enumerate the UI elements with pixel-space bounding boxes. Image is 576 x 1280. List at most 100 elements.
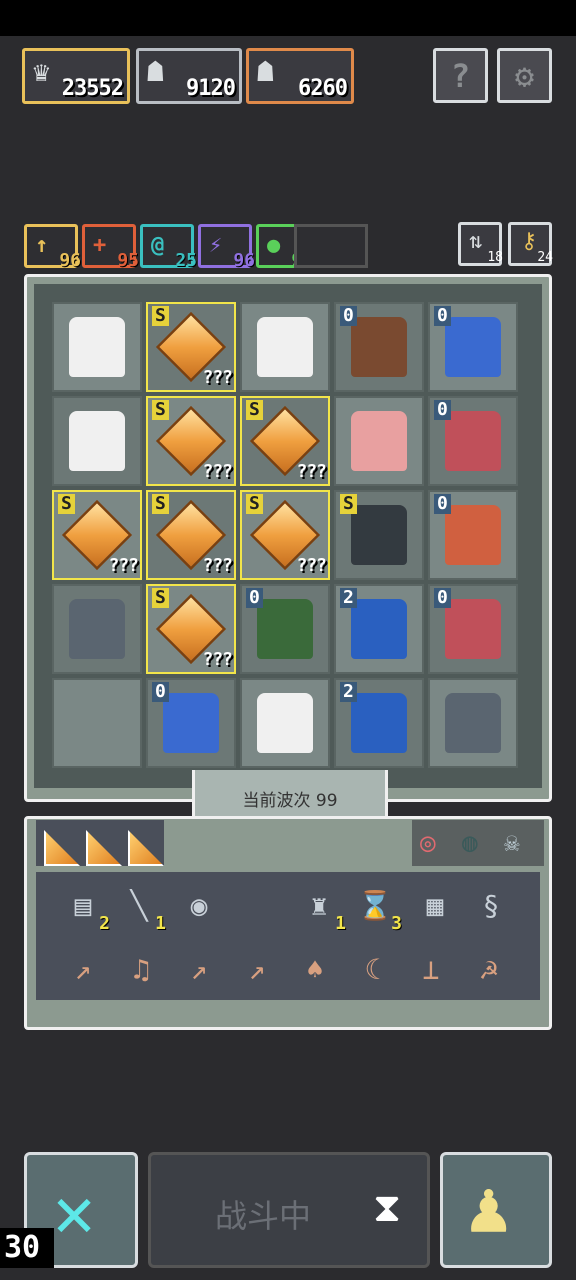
board-cell[interactable] [428,678,518,768]
skull-icon[interactable]: ☠ [504,828,520,858]
board-cell[interactable]: 0 [428,396,518,486]
board-cell[interactable]: S??? [146,396,236,486]
board-cell[interactable]: S??? [146,584,236,674]
monster-icon [257,599,313,659]
item-glyph: ♠ [306,952,324,986]
item-count: 1 [155,913,166,934]
stat-icon: ⚡ [209,233,223,258]
item-glyph: ☾ [364,952,382,986]
board-cell[interactable] [52,584,142,674]
board-cell[interactable]: 0 [428,584,518,674]
stat-1[interactable]: +95 [82,224,139,271]
axe-icon[interactable]: ☭ [466,946,512,992]
arrow-red-icon[interactable]: ↗ [234,946,280,992]
board-cell[interactable]: S??? [240,396,330,486]
hourglass-icon: ⧗ [373,1185,402,1231]
monster-icon [445,317,501,377]
spirit-icon[interactable]: § [468,882,514,928]
help-button[interactable]: ? [433,48,488,103]
board-cell[interactable]: 2 [334,584,424,674]
monster-icon [351,693,407,753]
monster-icon [445,599,501,659]
settings-button[interactable]: ⚙ [497,48,552,103]
charm-icon[interactable]: ◉ [176,882,222,928]
board-cell[interactable]: S??? [146,302,236,392]
reroll-button[interactable]: ⇅ 18 [458,222,503,266]
board-cell[interactable]: 0 [146,678,236,768]
crown-icon: ♛ [33,55,50,88]
unknown-label: ??? [296,555,326,576]
stat-0[interactable]: ↑ 96 [24,224,81,271]
helm-icon[interactable]: ♜ 1 [296,882,346,935]
monster-icon [351,411,407,471]
scythe-icon[interactable]: ☾ [350,946,396,992]
board-cell[interactable]: S [334,490,424,580]
stat-icon: + [93,233,107,258]
monster-icon [69,411,125,471]
close-icon: ✕ [53,1171,96,1253]
bat-icon[interactable]: ♠ [292,946,338,992]
staff-icon[interactable]: ╲ 1 [116,882,166,935]
board-cell[interactable]: 0 [428,302,518,392]
cell-badge: 0 [152,682,169,702]
stat-value: 96 [59,250,81,271]
board-cell[interactable] [334,396,424,486]
item-glyph: ▤ [74,888,92,922]
board-cell[interactable] [240,302,330,392]
battle-status-button[interactable]: 战斗中 ⧗ [148,1152,430,1268]
board-cell[interactable]: S??? [240,490,330,580]
cell-badge: S [152,306,169,326]
item-glyph: ♫ [132,952,150,986]
orb-icon[interactable]: ◍ [462,828,478,858]
monster-icon [257,317,313,377]
bell-icon[interactable]: ♫ [118,946,164,992]
speed-value: 30 [4,1230,41,1265]
cell-badge: 0 [340,306,357,326]
item-count: 3 [391,913,402,934]
board-cell[interactable]: S??? [52,490,142,580]
board-cell[interactable]: 0 [334,302,424,392]
arrow-pink-icon[interactable]: ↗ [176,946,222,992]
resource-value: 9120 [186,76,236,101]
swap-icon: ⇅ [469,229,483,254]
board-cell[interactable]: 0 [240,584,330,674]
cell-badge: S [246,400,263,420]
speed-badge: 30 [0,1228,54,1268]
monster-icon [351,505,407,565]
pawn-icon: ♟ [467,1165,511,1249]
item-glyph: ▦ [426,888,444,922]
arrow-green-icon[interactable]: ↗ [60,946,106,992]
unknown-label: ??? [202,367,232,388]
stat-3[interactable]: ⚡ 96 [198,224,255,271]
item-glyph: ⌛ [357,888,393,922]
stat-value: 95 [117,250,139,271]
lever-icon[interactable]: ⊥ [408,946,454,992]
cell-badge: S [246,494,263,514]
ring-icon[interactable]: ◎ [420,828,436,858]
scroll-icon[interactable]: ▤ 2 [60,882,110,935]
resource-0: ♛ 23552 [22,48,130,104]
board-cell[interactable] [52,302,142,392]
cell-badge: 0 [434,400,451,420]
cell-badge: S [152,588,169,608]
monster-icon [69,317,125,377]
key-icon: ⚷ [521,229,538,254]
cell-badge: 0 [434,494,451,514]
key-button[interactable]: ⚷ 24 [508,222,553,266]
item-glyph: ☭ [480,952,498,986]
stat-2[interactable]: @25 [140,224,197,271]
cell-badge: 2 [340,682,357,702]
board-cell[interactable]: 2 [334,678,424,768]
item-glyph: ♜ [310,888,328,922]
hourglass-icon[interactable]: ⌛ 3 [352,882,402,935]
board-cell[interactable] [52,396,142,486]
cell-badge: S [58,494,75,514]
map-icon[interactable]: ▦ [412,882,458,928]
hero-button[interactable]: ♟ [440,1152,552,1268]
board-cell[interactable] [240,678,330,768]
board-cell[interactable]: S??? [146,490,236,580]
board-cell[interactable]: 0 [428,490,518,580]
board-cell[interactable] [52,678,142,768]
help-icon: ? [450,56,471,95]
cell-badge: S [152,400,169,420]
